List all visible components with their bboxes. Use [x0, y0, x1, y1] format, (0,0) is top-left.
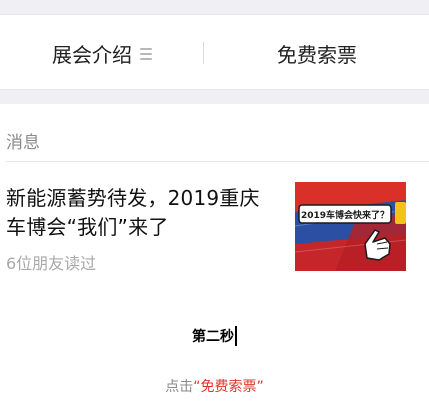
caption-overlay: 第二秒: [0, 326, 429, 346]
article-thumbnail[interactable]: 2019车博会快来了？: [295, 182, 406, 271]
free-ticket-link[interactable]: “免费索票”: [193, 379, 264, 395]
caption-text: 第二秒: [192, 329, 234, 345]
article-title[interactable]: 新能源蓄势待发，2019重庆车博会“我们”来了: [6, 184, 276, 242]
hint-line: 点击“免费索票”: [0, 376, 429, 396]
article-card[interactable]: 新能源蓄势待发，2019重庆车博会“我们”来了 6位朋友读过 2019车博会快来…: [0, 170, 429, 280]
thumbnail-image: 2019车博会快来了？: [295, 182, 406, 271]
thumbnail-text: 2019车博会快来了？: [301, 209, 389, 221]
hint-prefix: 点击: [165, 379, 194, 395]
section-divider: [6, 161, 429, 162]
section-spacer: [0, 90, 429, 104]
text-cursor: [235, 326, 237, 346]
tab-bar: 展会介绍 免费索票: [0, 14, 429, 90]
top-spacer: [0, 0, 429, 14]
tab-divider: [203, 42, 204, 64]
tab-free-ticket[interactable]: 免费索票: [205, 15, 429, 91]
section-title: 消息: [6, 133, 40, 153]
tab-free-ticket-label: 免费索票: [277, 42, 357, 67]
tab-exhibition-intro[interactable]: 展会介绍: [0, 15, 204, 91]
tab-exhibition-intro-label: 展会介绍: [52, 42, 132, 67]
article-read-count: 6位朋友读过: [6, 254, 97, 273]
menu-icon: [140, 47, 152, 60]
